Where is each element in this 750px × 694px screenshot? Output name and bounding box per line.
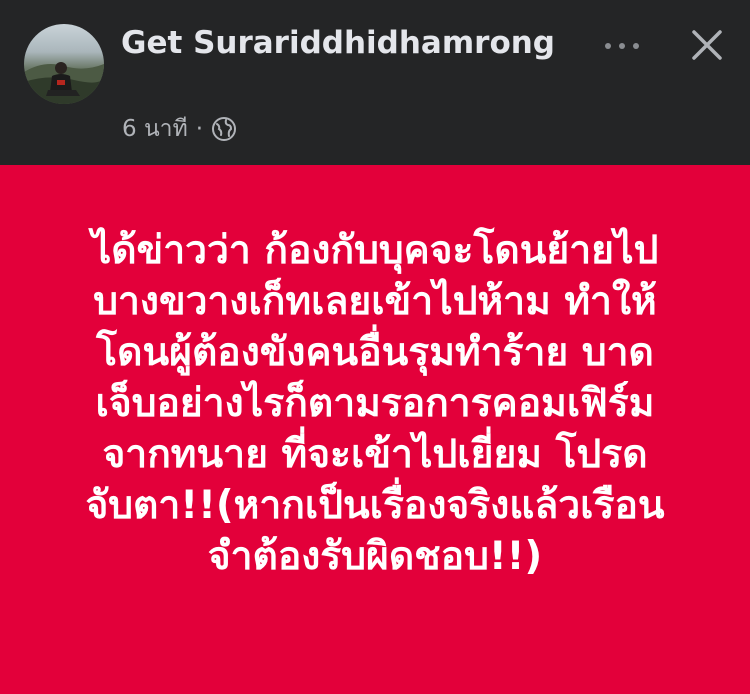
avatar-photo bbox=[24, 62, 104, 104]
author-name[interactable]: Get Surariddhidhamrong bbox=[121, 23, 581, 63]
avatar[interactable] bbox=[24, 24, 104, 104]
close-icon[interactable] bbox=[688, 26, 726, 64]
post-header: Get Surariddhidhamrong 6 นาที · bbox=[0, 0, 750, 165]
post-meta: 6 นาที · bbox=[122, 114, 237, 144]
post-background: ได้ข่าวว่า ก้องกับบุคจะโดนย้ายไป บางขวาง… bbox=[0, 165, 750, 694]
post-text: ได้ข่าวว่า ก้องกับบุคจะโดนย้ายไป บางขวาง… bbox=[85, 228, 665, 579]
post-time[interactable]: 6 นาที bbox=[122, 114, 188, 144]
globe-icon bbox=[211, 116, 237, 142]
meta-separator: · bbox=[195, 116, 204, 142]
more-horizontal-icon[interactable] bbox=[600, 36, 644, 56]
